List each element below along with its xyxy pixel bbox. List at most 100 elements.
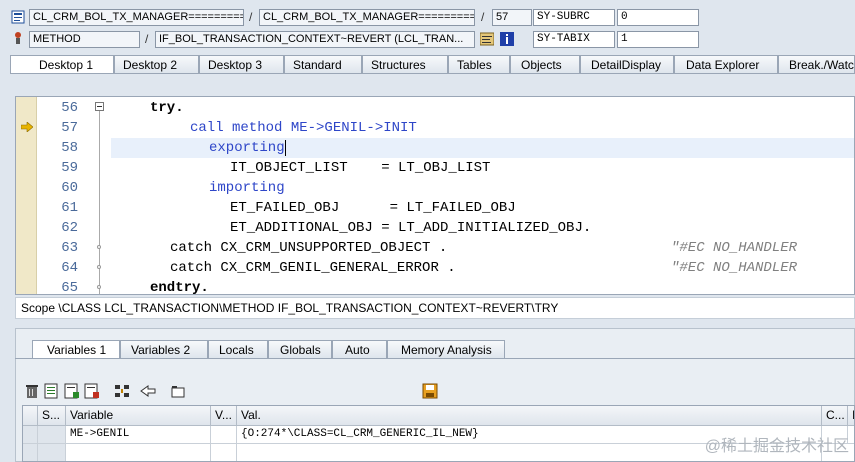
column-header-status[interactable]: S... <box>38 406 66 426</box>
scope-path: Scope \CLASS LCL_TRANSACTION\METHOD IF_B… <box>15 297 855 319</box>
code-line-64[interactable]: catch CX_CRM_GENIL_GENERAL_ERROR . <box>170 258 456 278</box>
code-line-61[interactable]: ET_FAILED_OBJ = LT_FAILED_OBJ <box>230 198 516 218</box>
save-icon[interactable] <box>422 383 438 399</box>
tab-auto[interactable]: Auto <box>332 340 387 359</box>
tab-locals[interactable]: Locals <box>208 340 268 359</box>
tab-structures[interactable]: Structures <box>362 55 448 74</box>
line-field[interactable]: 57 <box>492 9 532 26</box>
line-number: 61 <box>61 200 78 216</box>
code-text: importing <box>209 180 285 196</box>
desktop-tabs: Desktop 1 Desktop 2 Desktop 3 Standard S… <box>10 55 855 74</box>
line-number: 62 <box>61 220 78 236</box>
tab-memory-analysis[interactable]: Memory Analysis <box>387 340 505 359</box>
row-selector[interactable] <box>23 426 38 444</box>
code-line-57[interactable]: call method ME->GENIL->INIT <box>190 118 417 138</box>
info-icon[interactable] <box>500 32 514 46</box>
status-cell <box>38 444 66 461</box>
sysfield-value-1[interactable]: 0 <box>617 9 699 26</box>
line-number: 64 <box>61 260 78 276</box>
folder-icon[interactable] <box>170 383 186 399</box>
load-variables-icon[interactable] <box>84 383 100 399</box>
event-field[interactable]: IF_BOL_TRANSACTION_CONTEXT~REVERT (LCL_T… <box>155 31 475 48</box>
row-selector[interactable] <box>23 444 38 461</box>
line-number: 65 <box>61 280 78 295</box>
tab-data-explorer[interactable]: Data Explorer <box>674 55 778 74</box>
tab-divider <box>10 73 855 74</box>
code-comment: "#EC NO_HANDLER <box>671 240 798 256</box>
code-text: exporting <box>209 140 285 156</box>
fold-marker-icon <box>97 245 101 249</box>
hierarchy-icon[interactable] <box>114 383 130 399</box>
code-line-59[interactable]: IT_OBJECT_LIST = LT_OBJ_LIST <box>230 158 490 178</box>
code-line-60[interactable]: importing <box>209 178 285 198</box>
execution-arrow-icon <box>21 122 33 132</box>
tab-variables-2[interactable]: Variables 2 <box>120 340 208 359</box>
tab-desktop-3[interactable]: Desktop 3 <box>199 55 284 74</box>
tab-desktop-2[interactable]: Desktop 2 <box>114 55 199 74</box>
separator: / <box>481 10 485 24</box>
v-cell <box>211 444 237 461</box>
code-line-62[interactable]: ET_ADDITIONAL_OBJ = LT_ADD_INITIALIZED_O… <box>230 218 591 238</box>
status-cell <box>38 426 66 444</box>
fold-marker-icon <box>97 265 101 269</box>
tab-detaildisplay[interactable]: DetailDisplay <box>580 55 674 74</box>
sysfield-name-2[interactable]: SY-TABIX <box>533 31 615 48</box>
code-text: try. <box>150 100 184 116</box>
tab-variables-1[interactable]: Variables 1 <box>32 340 120 359</box>
save-variables-icon[interactable] <box>64 383 80 399</box>
fold-marker-icon <box>97 285 101 289</box>
transfer-icon[interactable] <box>140 383 156 399</box>
line-number: 60 <box>61 180 78 196</box>
list-icon[interactable] <box>44 383 60 399</box>
line-number: 58 <box>61 140 78 156</box>
code-comment: "#EC NO_HANDLER <box>671 260 798 276</box>
code-text: ET_ADDITIONAL_OBJ = LT_ADD_INITIALIZED_O… <box>230 220 592 236</box>
event-icon <box>11 31 25 45</box>
column-header-variable[interactable]: Variable <box>66 406 211 426</box>
tab-desktop-1[interactable]: Desktop 1 <box>10 55 114 74</box>
program-icon <box>11 10 25 24</box>
fold-toggle-icon[interactable] <box>95 102 104 111</box>
column-header-sel[interactable] <box>23 406 38 426</box>
code-text: catch CX_CRM_UNSUPPORTED_OBJECT . <box>170 240 448 256</box>
sysfield-value-2[interactable]: 1 <box>617 31 699 48</box>
tab-tables[interactable]: Tables <box>448 55 510 74</box>
event-type-field[interactable]: METHOD <box>29 31 140 48</box>
tab-breakpoints-watchpoints[interactable]: Break./Watc <box>778 55 855 74</box>
line-number: 57 <box>61 120 78 136</box>
column-header-i[interactable]: I <box>848 406 854 426</box>
v-cell <box>211 426 237 444</box>
separator: / <box>249 10 253 24</box>
column-header-c[interactable]: C... <box>822 406 848 426</box>
text-cursor <box>284 140 286 156</box>
column-header-value[interactable]: Val. <box>237 406 822 426</box>
code-text: catch CX_CRM_GENIL_GENERAL_ERROR . <box>170 260 456 276</box>
code-text: endtry. <box>150 280 209 295</box>
separator: / <box>145 32 149 46</box>
program-field[interactable]: CL_CRM_BOL_TX_MANAGER=========... <box>29 9 244 26</box>
code-line-65[interactable]: endtry. <box>150 278 209 295</box>
tab-globals[interactable]: Globals <box>268 340 332 359</box>
variable-name-cell[interactable]: ME->GENIL <box>66 426 211 444</box>
column-header-v[interactable]: V... <box>211 406 237 426</box>
sysfield-name-1[interactable]: SY-SUBRC <box>533 9 615 26</box>
code-text: call method ME->GENIL->INIT <box>190 120 417 136</box>
line-number: 59 <box>61 160 78 176</box>
code-line-56[interactable]: try. <box>150 98 184 118</box>
source-icon[interactable] <box>479 32 495 46</box>
delete-icon[interactable] <box>24 383 40 399</box>
watermark: @稀土掘金技术社区 <box>704 438 849 455</box>
code-text: ET_FAILED_OBJ = LT_FAILED_OBJ <box>230 200 516 216</box>
line-number: 63 <box>61 240 78 256</box>
line-number: 56 <box>61 100 78 116</box>
i-cell <box>848 426 854 444</box>
include-field[interactable]: CL_CRM_BOL_TX_MANAGER=========... <box>259 9 475 26</box>
tab-objects[interactable]: Objects <box>510 55 580 74</box>
code-text: IT_OBJECT_LIST = LT_OBJ_LIST <box>230 160 491 176</box>
code-line-63[interactable]: catch CX_CRM_UNSUPPORTED_OBJECT . <box>170 238 447 258</box>
tab-standard[interactable]: Standard <box>284 55 362 74</box>
variable-name-cell[interactable] <box>66 444 211 461</box>
source-code-editor[interactable]: 56 try. 57 call method ME->GENIL->INIT 5… <box>15 96 855 295</box>
tab-divider <box>15 358 855 359</box>
code-line-58[interactable]: exporting <box>209 138 286 158</box>
